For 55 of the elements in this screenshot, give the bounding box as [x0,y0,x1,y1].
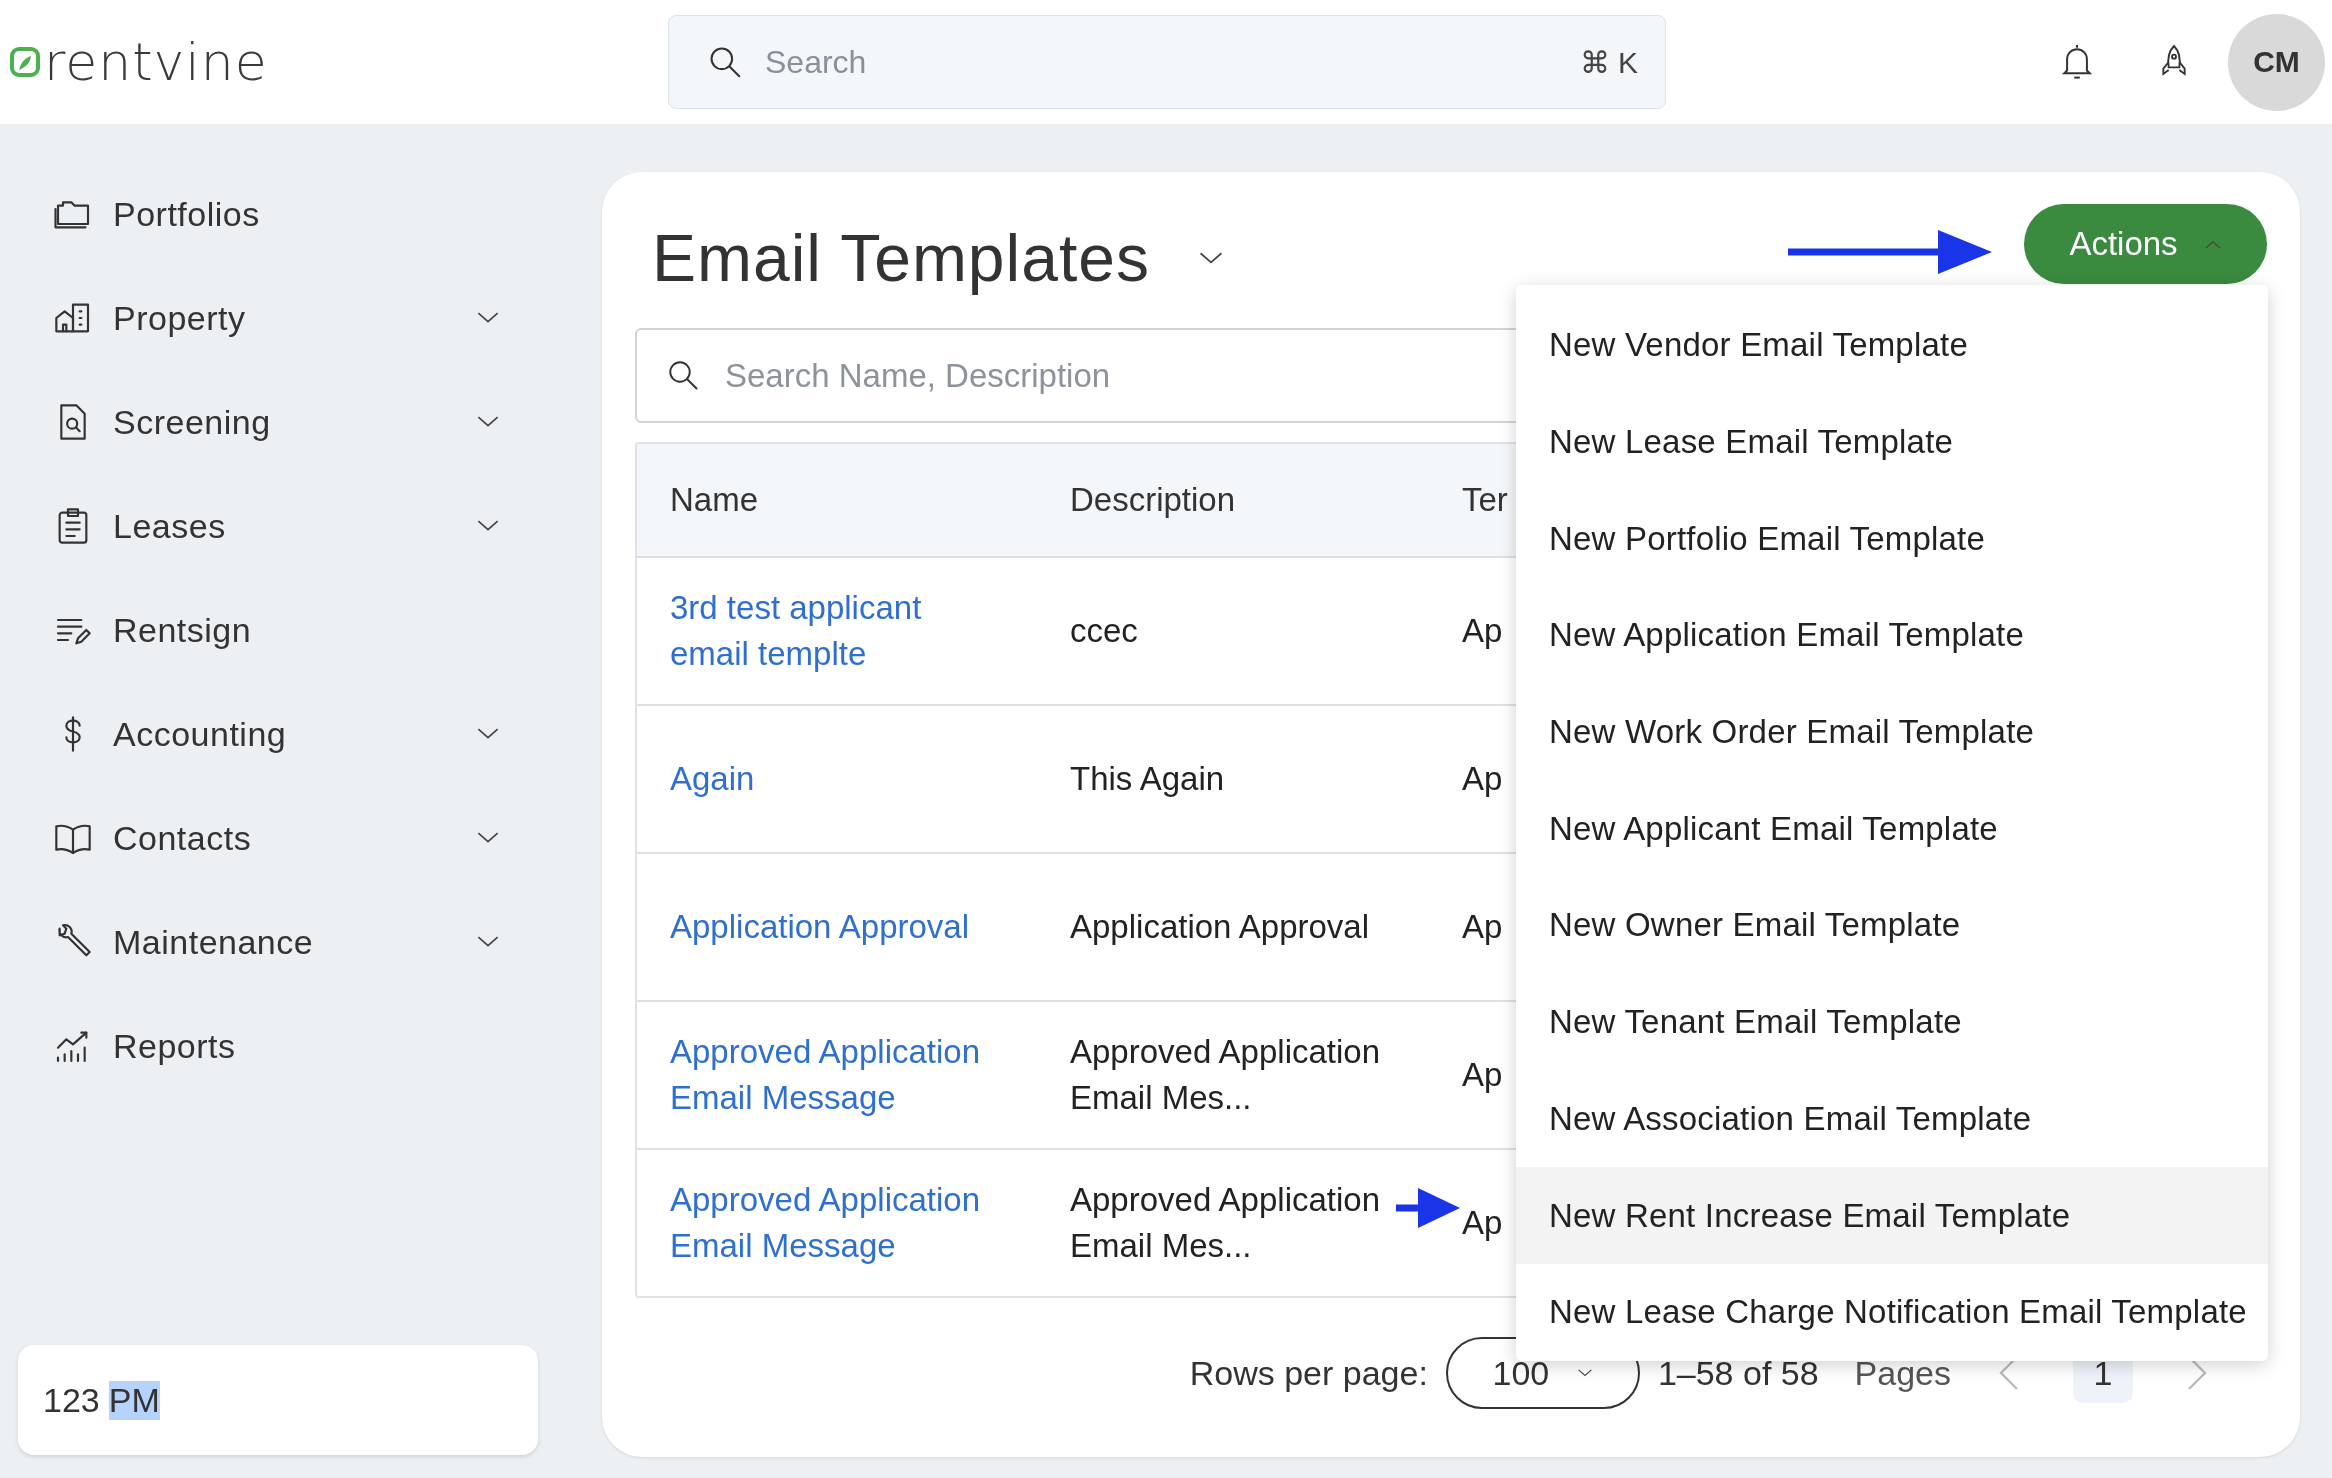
chevron-down-icon [476,728,500,740]
leaf-logo-icon [10,47,40,77]
rows-per-page-label: Rows per page: [1189,1353,1428,1393]
note-text: 123 [43,1380,100,1420]
menu-item[interactable]: New Application Email Template [1516,587,2268,684]
menu-item[interactable]: New Rent Increase Email Template [1516,1167,2268,1264]
template-link[interactable]: Again [637,756,795,802]
table-cell-text: ccec [1069,611,1138,651]
brand-name: rentvine [44,32,268,92]
annotation-arrow [1396,1186,1460,1230]
selected-text: PM [108,1380,160,1420]
column-header[interactable]: Ter [1437,477,1508,523]
chevron-down-icon [1577,1369,1594,1377]
chevron-down-icon [476,416,500,428]
table-cell-text: Application Approval [1069,907,1370,947]
table-cell-text: Approved Application Email Mes... [1069,1032,1382,1118]
template-link[interactable]: Approved Application Email Message [637,1029,1037,1121]
chevron-down-icon [476,520,500,532]
menu-item[interactable]: New Applicant Email Template [1516,780,2268,878]
sidebar-item[interactable]: Contacts [18,786,500,890]
table-cell-text: Ap [1461,1055,1503,1095]
sidebar-item[interactable]: Maintenance [18,890,500,994]
bell-icon[interactable] [2060,42,2094,82]
menu-item[interactable]: New Work Order Email Template [1516,683,2268,781]
sidebar-item[interactable]: Accounting [18,682,500,786]
chevron-up-icon [2203,239,2222,249]
table-cell-text: This Again [1069,759,1225,799]
column-header[interactable]: Name [637,477,759,523]
menu-item[interactable]: New Association Email Template [1516,1070,2268,1168]
chevron-down-icon [476,936,500,948]
sidebar-item[interactable]: Portfolios [18,162,500,266]
menu-item[interactable]: New Tenant Email Template [1516,973,2268,1071]
sidebar-item[interactable]: Leases [18,474,500,578]
template-link[interactable]: 3rd test applicant email templte [637,585,1037,677]
chevron-down-icon [476,832,500,844]
table-cell-text: Ap [1461,611,1503,651]
user-avatar[interactable]: CM [2228,13,2325,111]
shortcut-hint: ⌘ K [1579,45,1638,80]
table-cell-text: Approved Application Email Mes... [1069,1180,1382,1266]
sidebar-item[interactable]: Screening [18,370,500,474]
table-cell-text: Ap [1461,907,1503,947]
sidebar-item[interactable]: Reports [18,994,500,1098]
page-title: Email Templates [652,220,1150,296]
column-header[interactable]: Description [1037,477,1236,523]
sidebar-item[interactable]: Property [18,266,500,370]
table-cell-text: Ap [1461,759,1503,799]
template-link[interactable]: Application Approval [637,904,1010,950]
actions-button[interactable]: Actions [2024,204,2267,284]
menu-item[interactable]: New Owner Email Template [1516,877,2268,974]
template-link[interactable]: Approved Application Email Message [637,1177,1037,1269]
chevron-down-icon [476,312,500,324]
chevron-down-icon [1198,251,1224,265]
sidebar-item[interactable]: Rentsign [18,578,500,682]
table-cell-text: Ap [1461,1203,1503,1243]
menu-item[interactable]: New Portfolio Email Template [1516,490,2268,588]
